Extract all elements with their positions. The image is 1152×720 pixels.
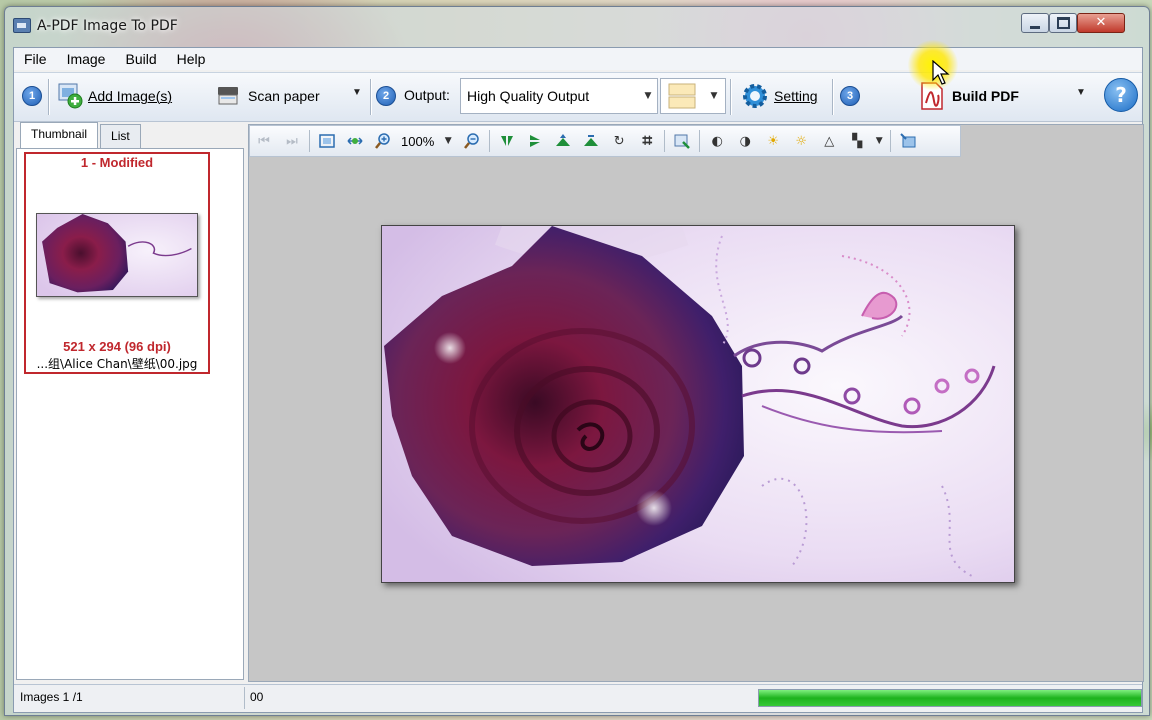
thumbnail-image[interactable] xyxy=(36,213,198,297)
image-properties-icon[interactable] xyxy=(897,130,919,152)
image-canvas[interactable] xyxy=(249,157,1143,679)
scan-paper-button[interactable]: Scan paper xyxy=(216,80,320,112)
tab-thumbnail[interactable]: Thumbnail xyxy=(20,122,99,151)
close-icon: ✕ xyxy=(1095,15,1107,30)
step-2-icon: 2 xyxy=(376,86,396,106)
toolbar-separator xyxy=(309,130,310,152)
title-bar[interactable]: A-PDF Image To PDF ✕ xyxy=(5,7,1149,43)
maximize-button[interactable] xyxy=(1049,13,1077,33)
progress-fill xyxy=(759,690,1141,706)
step-3-icon: 3 xyxy=(840,86,860,106)
menu-build[interactable]: Build xyxy=(115,48,166,70)
image-preview-panel: ⏮ ⏭ 100% ▼ ↻ ⌗ ◐ ◑ ☀ ☼ △ ▚ ▼ xyxy=(248,124,1144,682)
window-title: A-PDF Image To PDF xyxy=(37,18,178,34)
menu-bar: File Image Build Help xyxy=(14,48,1142,70)
brightness-up-icon[interactable]: ☀ xyxy=(762,130,784,152)
toolbar-separator xyxy=(489,130,491,152)
rotate-right-icon[interactable] xyxy=(580,130,602,152)
image-toolbar: ⏮ ⏭ 100% ▼ ↻ ⌗ ◐ ◑ ☀ ☼ △ ▚ ▼ xyxy=(249,125,961,157)
setting-label: Setting xyxy=(774,88,818,104)
app-icon[interactable] xyxy=(13,18,31,33)
chevron-down-icon[interactable]: ▼ xyxy=(703,79,725,113)
step-2-badge: 2 xyxy=(376,86,396,106)
rotate-left-icon[interactable] xyxy=(552,130,574,152)
add-images-label: Add Image(s) xyxy=(88,88,173,104)
progress-bar xyxy=(758,689,1142,707)
mouse-cursor-icon xyxy=(932,60,950,85)
build-pdf-label: Build PDF xyxy=(952,88,1019,104)
status-bar: Images 1 /1 00 xyxy=(14,684,1142,711)
toolbar-separator xyxy=(730,79,731,115)
toolbar-separator xyxy=(832,79,833,115)
toolbar-separator xyxy=(48,79,49,115)
main-image[interactable] xyxy=(381,225,1015,583)
maximize-icon xyxy=(1056,17,1070,29)
minimize-icon xyxy=(1030,25,1040,29)
crop-icon[interactable]: ⌗ xyxy=(636,130,658,152)
gear-icon xyxy=(743,84,767,108)
zoom-dropdown-icon[interactable]: ▼ xyxy=(441,130,455,152)
thumbnail-panel: Thumbnail List 1 - Modified 521 x 294 (9… xyxy=(16,122,244,680)
reset-image-icon[interactable] xyxy=(671,130,693,152)
toolbar-separator xyxy=(699,130,701,152)
brightness-down-icon[interactable]: ☼ xyxy=(790,130,812,152)
sharpen-icon[interactable]: △ xyxy=(818,130,840,152)
zoom-level: 100% xyxy=(401,133,435,149)
effects-dropdown-icon[interactable]: ▼ xyxy=(874,130,884,152)
add-image-icon xyxy=(58,83,83,109)
output-label: Output: xyxy=(404,87,450,103)
status-info: 00 xyxy=(250,690,264,704)
output-select-value: High Quality Output xyxy=(467,88,590,104)
step-3-badge: 3 xyxy=(840,86,860,106)
scan-paper-label: Scan paper xyxy=(248,88,320,104)
help-button[interactable]: ? xyxy=(1104,78,1138,112)
zoom-out-icon[interactable] xyxy=(461,130,483,152)
step-1-badge: 1 xyxy=(22,86,42,106)
first-page-icon[interactable]: ⏮ xyxy=(253,130,275,152)
tab-list[interactable]: List xyxy=(100,124,141,148)
menu-help[interactable]: Help xyxy=(167,48,216,70)
app-window: A-PDF Image To PDF ✕ File Image Build He… xyxy=(4,6,1150,716)
thumbnail-list[interactable]: 1 - Modified 521 x 294 (96 dpi) ...组\Ali… xyxy=(16,148,244,680)
toolbar-separator xyxy=(890,130,892,152)
status-separator xyxy=(244,687,245,709)
zoom-in-icon[interactable] xyxy=(372,130,394,152)
main-toolbar: 1 Add Image(s) Scan paper ▼ 2 Output: Hi… xyxy=(14,72,1142,122)
client-area: File Image Build Help 1 Add Image(s) Sca… xyxy=(13,47,1144,713)
effects-icon[interactable]: ▚ xyxy=(846,130,868,152)
close-button[interactable]: ✕ xyxy=(1077,13,1125,33)
rotate-icon[interactable]: ↻ xyxy=(608,130,630,152)
step-1-icon: 1 xyxy=(22,86,42,106)
build-dropdown-arrow[interactable]: ▼ xyxy=(1076,87,1086,98)
thumbnail-path: ...组\Alice Chan\壁纸\00.jpg xyxy=(36,357,198,371)
add-images-button[interactable]: Add Image(s) xyxy=(56,80,172,112)
toolbar-separator xyxy=(664,130,666,152)
view-tabs: Thumbnail List xyxy=(20,122,143,151)
contrast-down-icon[interactable]: ◑ xyxy=(734,130,756,152)
menu-file[interactable]: File xyxy=(14,48,57,70)
chevron-down-icon[interactable]: ▼ xyxy=(639,79,657,113)
flip-vertical-icon[interactable] xyxy=(524,130,546,152)
status-image-count: Images 1 /1 xyxy=(20,690,83,704)
output-select[interactable]: High Quality Output ▼ xyxy=(460,78,658,114)
help-icon: ? xyxy=(1115,83,1127,107)
flip-horizontal-icon[interactable] xyxy=(496,130,518,152)
toolbar-separator xyxy=(370,79,371,115)
thumbnail-title: 1 - Modified xyxy=(80,155,154,170)
setting-button[interactable]: Setting xyxy=(740,80,818,112)
fit-width-icon[interactable] xyxy=(344,130,366,152)
menu-image[interactable]: Image xyxy=(57,48,116,70)
page-layout-select[interactable]: ▼ xyxy=(660,78,726,114)
scanner-icon xyxy=(218,87,238,105)
page-layout-icon xyxy=(668,83,696,109)
scan-dropdown-arrow[interactable]: ▼ xyxy=(352,87,362,98)
last-page-icon[interactable]: ⏭ xyxy=(281,130,303,152)
thumbnail-dimensions: 521 x 294 (96 dpi) xyxy=(63,339,171,354)
minimize-button[interactable] xyxy=(1021,13,1049,33)
thumbnail-card[interactable]: 1 - Modified 521 x 294 (96 dpi) ...组\Ali… xyxy=(24,152,210,374)
contrast-up-icon[interactable]: ◐ xyxy=(706,130,728,152)
fit-page-icon[interactable] xyxy=(316,130,338,152)
